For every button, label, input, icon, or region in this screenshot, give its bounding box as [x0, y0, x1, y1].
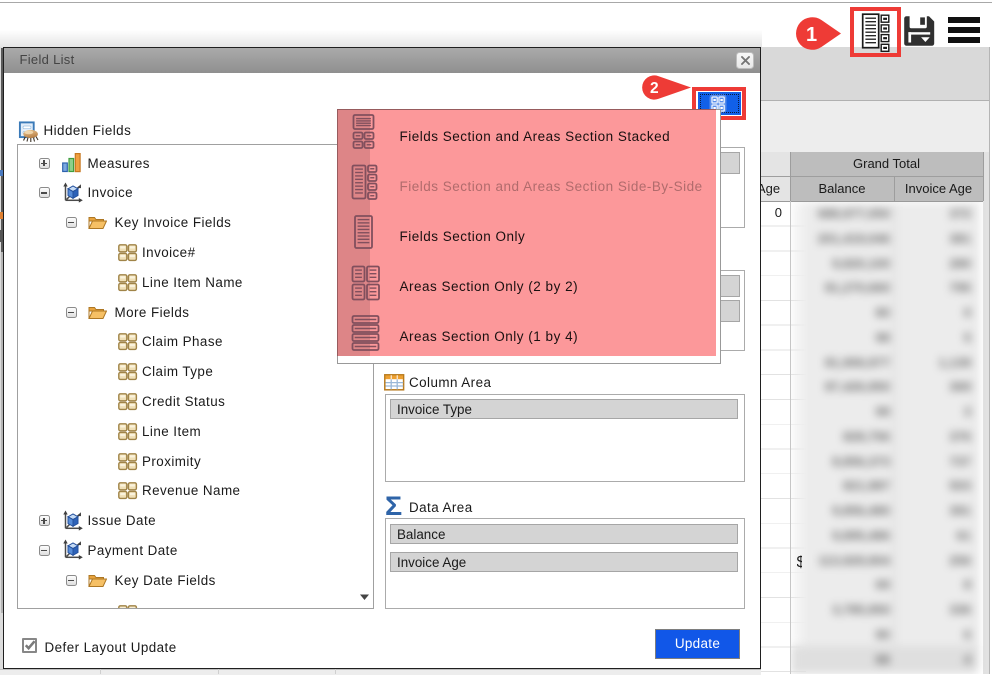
svg-text:2: 2: [650, 80, 659, 97]
svg-text:1: 1: [806, 24, 817, 46]
